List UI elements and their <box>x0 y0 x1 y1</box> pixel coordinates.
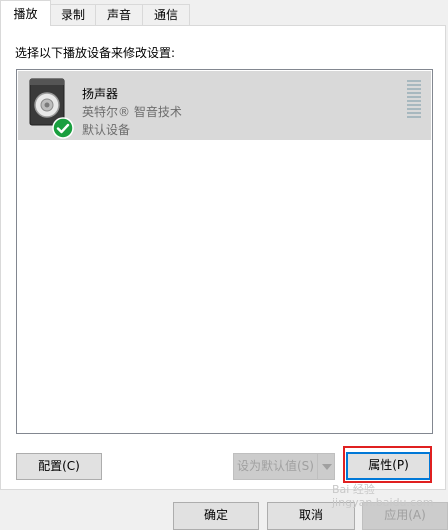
cancel-button[interactable]: 取消 <box>267 502 355 530</box>
tab-sounds[interactable]: 声音 <box>95 4 143 25</box>
set-default-button[interactable]: 设为默认值(S) <box>233 453 318 480</box>
tab-recording[interactable]: 录制 <box>50 4 96 25</box>
default-check-icon <box>52 117 74 139</box>
device-item-speaker[interactable]: 扬声器 英特尔® 智音技术 默认设备 <box>18 71 431 140</box>
instruction-text: 选择以下播放设备来修改设置: <box>15 46 176 60</box>
volume-meter <box>407 80 421 122</box>
device-list[interactable]: 扬声器 英特尔® 智音技术 默认设备 <box>16 69 433 434</box>
tab-playback[interactable]: 播放 <box>0 0 51 26</box>
device-status: 默认设备 <box>82 123 131 137</box>
tab-communications[interactable]: 通信 <box>142 4 190 25</box>
device-name: 扬声器 <box>82 87 119 101</box>
properties-button[interactable]: 属性(P) <box>346 452 431 480</box>
device-driver: 英特尔® 智音技术 <box>82 105 182 119</box>
apply-button[interactable]: 应用(A) <box>362 502 448 530</box>
tab-bar: 播放 录制 声音 通信 <box>0 0 448 26</box>
set-default-dropdown-icon[interactable] <box>317 453 335 480</box>
ok-button[interactable]: 确定 <box>173 502 259 530</box>
configure-button[interactable]: 配置(C) <box>16 453 102 480</box>
